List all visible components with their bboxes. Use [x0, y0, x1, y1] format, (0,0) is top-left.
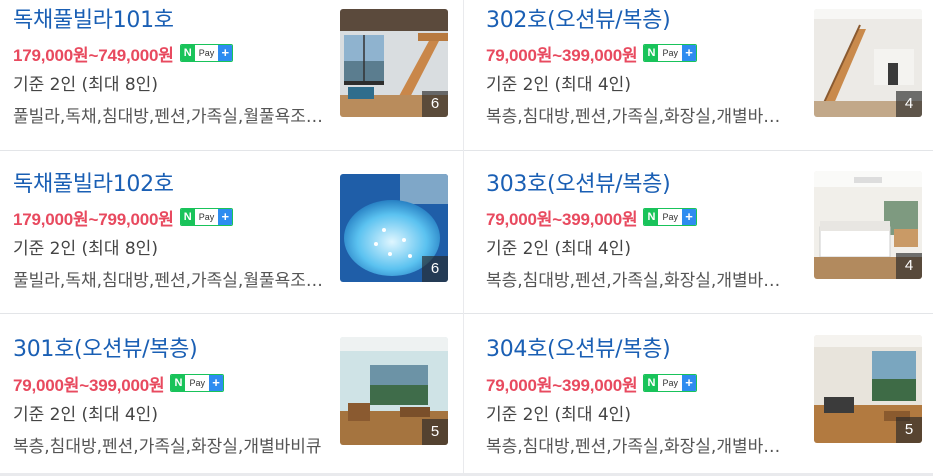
price-range: 79,000원~399,000원	[13, 375, 165, 395]
capacity: 기준 2인 (최대 4인)	[486, 405, 631, 425]
naver-pay-badge: N Pay +	[643, 44, 697, 62]
photo-count: 4	[896, 253, 922, 279]
photo-count: 5	[896, 417, 922, 443]
price-row: 79,000원~399,000원 N Pay +	[486, 206, 697, 229]
photo-count: 5	[422, 419, 448, 445]
naver-pay-badge: N Pay +	[179, 44, 234, 62]
capacity: 기준 2인 (최대 4인)	[486, 239, 631, 259]
room-name[interactable]: 301호(오션뷰/복층)	[13, 335, 198, 365]
room-card[interactable]: 302호(오션뷰/복층) 79,000원~399,000원 N Pay + 기준…	[464, 0, 933, 163]
plus-icon: +	[208, 375, 223, 391]
capacity: 기준 2인 (최대 4인)	[13, 405, 158, 425]
plus-icon: +	[681, 209, 696, 225]
room-card[interactable]: 303호(오션뷰/복층) 79,000원~399,000원 N Pay + 기준…	[464, 150, 933, 313]
price-row: 179,000원~799,000원 N Pay +	[13, 206, 234, 229]
pay-label: Pay	[662, 212, 678, 222]
amenity-tags: 풀빌라,독채,침대방,펜션,가족실,월풀욕조,바비큐	[13, 107, 323, 127]
pay-label: Pay	[662, 48, 678, 58]
price-row: 79,000원~399,000원 N Pay +	[486, 372, 697, 395]
room-list: 독채풀빌라101호 179,000원~749,000원 N Pay + 기준 2…	[0, 0, 933, 473]
photo-count: 6	[422, 256, 448, 282]
plus-icon: +	[681, 375, 696, 391]
room-card[interactable]: 304호(오션뷰/복층) 79,000원~399,000원 N Pay + 기준…	[464, 313, 933, 476]
price-range: 79,000원~399,000원	[486, 45, 638, 65]
room-thumbnail[interactable]: 6	[340, 9, 448, 117]
amenity-tags: 복층,침대방,펜션,가족실,화장실,개별바비큐	[486, 107, 791, 127]
price-range: 79,000원~399,000원	[486, 209, 638, 229]
naver-n-icon: N	[644, 45, 659, 61]
room-card[interactable]: 독채풀빌라101호 179,000원~749,000원 N Pay + 기준 2…	[0, 0, 463, 163]
room-column-left: 독채풀빌라101호 179,000원~749,000원 N Pay + 기준 2…	[0, 0, 463, 473]
price-range: 179,000원~749,000원	[13, 45, 174, 65]
plus-icon: +	[218, 45, 233, 61]
plus-icon: +	[218, 209, 233, 225]
capacity: 기준 2인 (최대 4인)	[486, 75, 631, 95]
room-name[interactable]: 독채풀빌라101호	[13, 6, 174, 36]
photo-count: 6	[422, 91, 448, 117]
plus-icon: +	[681, 45, 696, 61]
naver-pay-badge: N Pay +	[170, 374, 224, 392]
price-range: 179,000원~799,000원	[13, 209, 174, 229]
price-range: 79,000원~399,000원	[486, 375, 638, 395]
naver-n-icon: N	[180, 45, 195, 61]
room-thumbnail[interactable]: 4	[814, 9, 922, 117]
room-column-right: 302호(오션뷰/복층) 79,000원~399,000원 N Pay + 기준…	[464, 0, 933, 473]
naver-pay-badge: N Pay +	[643, 208, 697, 226]
price-row: 179,000원~749,000원 N Pay +	[13, 42, 234, 65]
capacity: 기준 2인 (최대 8인)	[13, 239, 158, 259]
amenity-tags: 복층,침대방,펜션,가족실,화장실,개별바비큐	[486, 271, 791, 291]
room-thumbnail[interactable]: 5	[340, 337, 448, 445]
capacity: 기준 2인 (최대 8인)	[13, 75, 158, 95]
price-row: 79,000원~399,000원 N Pay +	[13, 372, 224, 395]
room-thumbnail[interactable]: 4	[814, 171, 922, 279]
room-name[interactable]: 독채풀빌라102호	[13, 170, 174, 200]
pay-label: Pay	[189, 378, 205, 388]
naver-pay-badge: N Pay +	[179, 208, 234, 226]
naver-n-icon: N	[180, 209, 195, 225]
room-name[interactable]: 303호(오션뷰/복층)	[486, 170, 671, 200]
naver-pay-badge: N Pay +	[643, 374, 697, 392]
amenity-tags: 복층,침대방,펜션,가족실,화장실,개별바비큐	[13, 437, 322, 457]
pay-label: Pay	[198, 48, 215, 58]
room-thumbnail[interactable]: 6	[340, 174, 448, 282]
room-name[interactable]: 304호(오션뷰/복층)	[486, 335, 671, 365]
pay-label: Pay	[662, 378, 678, 388]
price-row: 79,000원~399,000원 N Pay +	[486, 42, 697, 65]
room-card[interactable]: 301호(오션뷰/복층) 79,000원~399,000원 N Pay + 기준…	[0, 313, 463, 476]
naver-n-icon: N	[644, 209, 659, 225]
naver-n-icon: N	[644, 375, 659, 391]
photo-count: 4	[896, 91, 922, 117]
room-name[interactable]: 302호(오션뷰/복층)	[486, 6, 671, 36]
amenity-tags: 풀빌라,독채,침대방,펜션,가족실,월풀욕조,바비큐	[13, 271, 323, 291]
pay-label: Pay	[198, 212, 215, 222]
room-thumbnail[interactable]: 5	[814, 335, 922, 443]
room-card[interactable]: 독채풀빌라102호 179,000원~799,000원 N Pay + 기준 2…	[0, 150, 463, 313]
naver-n-icon: N	[171, 375, 186, 391]
amenity-tags: 복층,침대방,펜션,가족실,화장실,개별바비큐	[486, 437, 791, 457]
